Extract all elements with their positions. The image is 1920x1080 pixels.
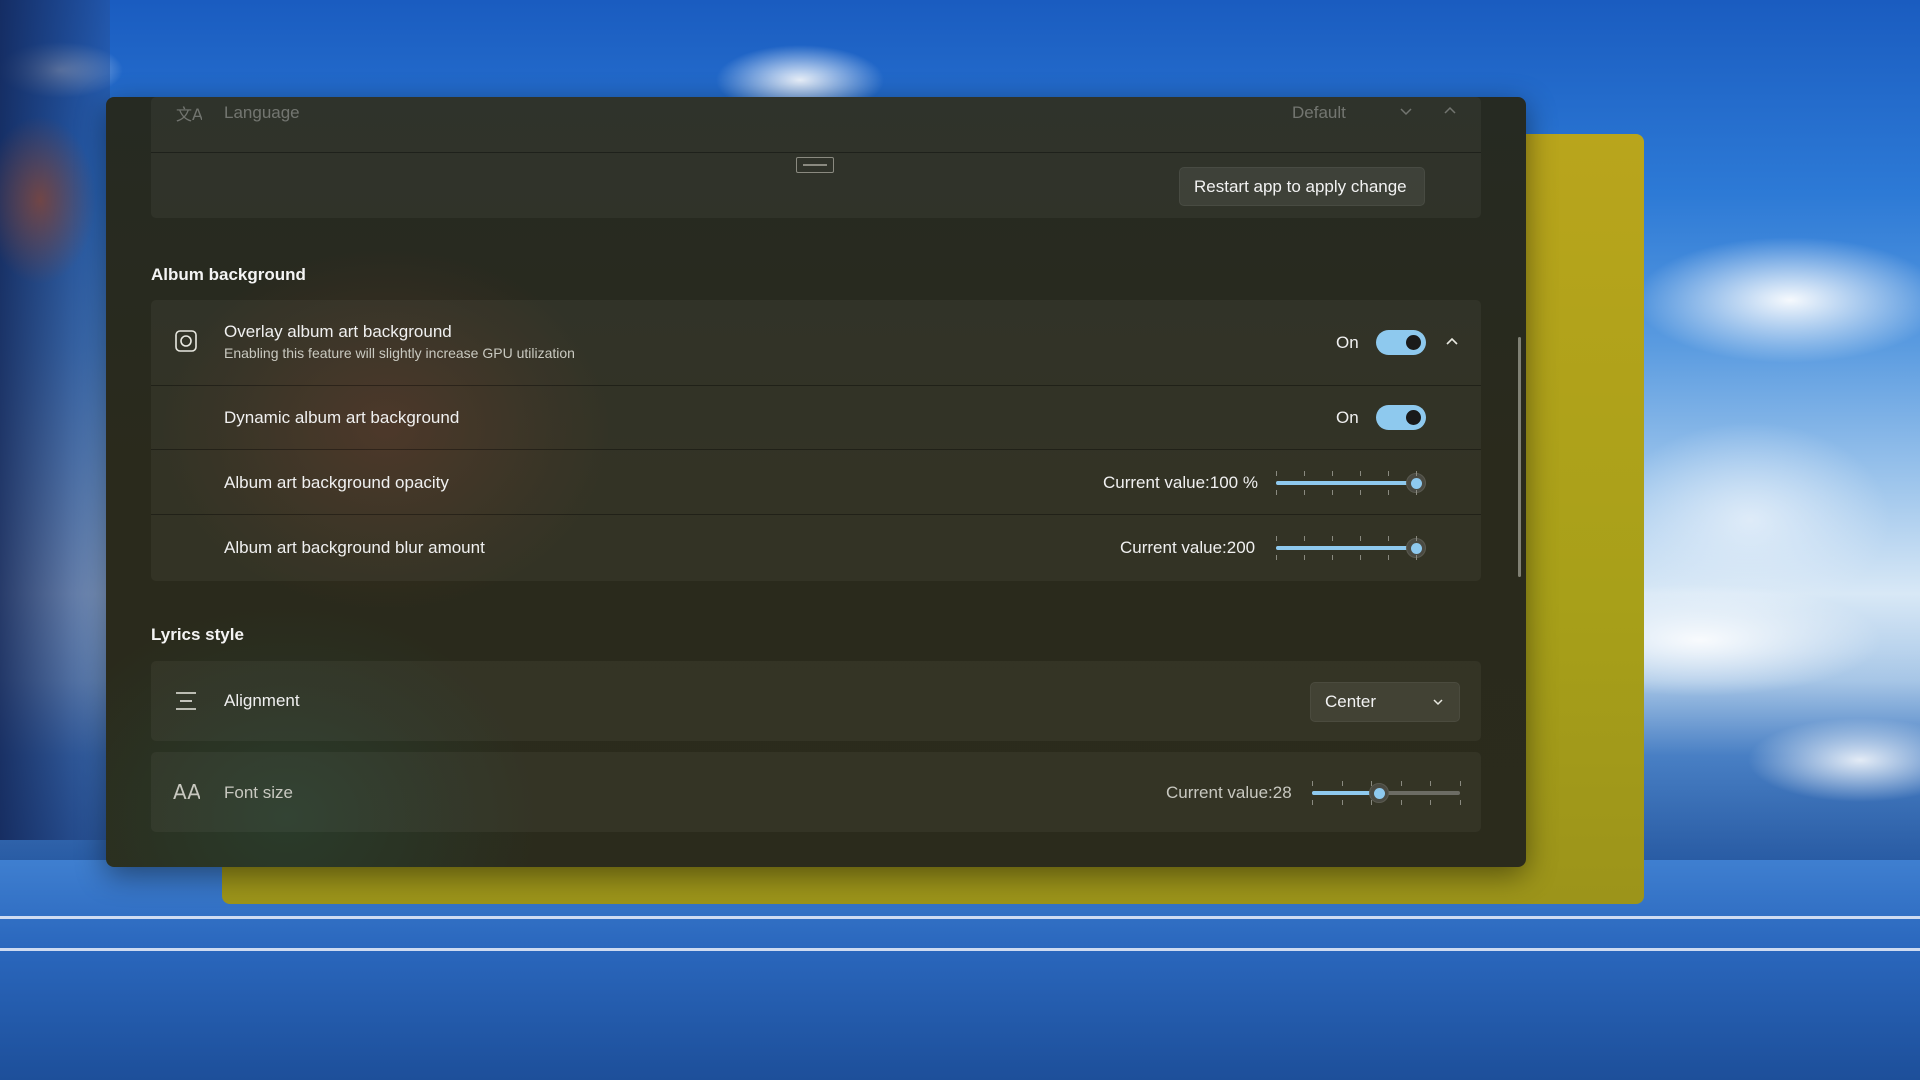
slider-tick xyxy=(1360,555,1361,560)
slider-tick xyxy=(1341,800,1343,805)
slider-tick xyxy=(1276,490,1277,495)
divider xyxy=(151,514,1481,515)
chevron-down-icon xyxy=(1428,692,1456,720)
svg-text:AA: AA xyxy=(173,780,200,804)
drag-handle-icon[interactable] xyxy=(796,157,834,173)
font-size-label: Font size xyxy=(224,783,293,802)
slider-tick xyxy=(1304,471,1305,476)
slider-tick xyxy=(1360,536,1361,541)
slider-tick xyxy=(1304,536,1305,541)
slider-tick xyxy=(1388,490,1389,495)
lyrics-style-title: Lyrics style xyxy=(151,625,244,644)
dynamic-toggle-state: On xyxy=(1336,408,1359,427)
slider-tick xyxy=(1400,800,1402,805)
chevron-down-icon xyxy=(1396,101,1424,129)
chevron-up-icon[interactable] xyxy=(1442,332,1470,360)
overlay-toggle-state: On xyxy=(1336,333,1359,352)
opacity-value: Current value:100 % xyxy=(1103,473,1258,492)
slider-tick xyxy=(1416,536,1417,541)
slider-tick xyxy=(1416,555,1417,560)
slider-tick xyxy=(1332,471,1333,476)
opacity-slider[interactable] xyxy=(1276,481,1416,485)
settings-panel: 文A Language Default Restart app to apply… xyxy=(106,97,1526,867)
overlay-album-art-toggle[interactable] xyxy=(1376,330,1426,355)
wallpaper-tree xyxy=(0,0,110,840)
divider xyxy=(151,385,1481,386)
opacity-slider-fill xyxy=(1276,481,1416,485)
album-background-title: Album background xyxy=(151,265,306,284)
panel-scrollbar[interactable] xyxy=(1518,337,1521,577)
slider-tick xyxy=(1430,800,1432,805)
slider-tick xyxy=(1304,555,1305,560)
language-label: Language xyxy=(224,103,300,122)
alignment-label: Alignment xyxy=(224,691,300,710)
opacity-label: Album art background opacity xyxy=(224,473,449,492)
alignment-card xyxy=(151,661,1481,741)
divider xyxy=(151,152,1481,153)
slider-tick xyxy=(1388,471,1389,476)
slider-tick xyxy=(1304,490,1305,495)
slider-tick xyxy=(1388,536,1389,541)
slider-tick xyxy=(1360,471,1361,476)
slider-tick xyxy=(1276,471,1277,476)
slider-tick xyxy=(1332,490,1333,495)
wallpaper-rail xyxy=(0,916,1920,919)
album-art-icon xyxy=(172,327,200,355)
font-size-icon: AA xyxy=(172,777,201,805)
wallpaper-rail xyxy=(0,948,1920,951)
slider-tick xyxy=(1460,781,1461,786)
slider-tick xyxy=(1360,490,1361,495)
blur-slider[interactable] xyxy=(1276,546,1416,550)
slider-tick xyxy=(1371,800,1373,805)
dynamic-album-art-label: Dynamic album art background xyxy=(224,408,460,427)
blur-slider-fill xyxy=(1276,546,1416,550)
font-size-value: Current value:28 xyxy=(1166,783,1292,802)
restart-app-button[interactable]: Restart app to apply change xyxy=(1179,167,1425,206)
slider-tick xyxy=(1416,490,1417,495)
alignment-selected: Center xyxy=(1325,692,1377,711)
language-icon: 文A xyxy=(174,100,203,128)
svg-text:文A: 文A xyxy=(176,105,202,124)
slider-tick xyxy=(1341,781,1343,786)
slider-tick xyxy=(1430,781,1432,786)
chevron-up-icon[interactable] xyxy=(1440,101,1468,129)
blur-value: Current value:200 xyxy=(1120,538,1256,557)
dynamic-album-art-toggle[interactable] xyxy=(1376,405,1426,430)
slider-tick xyxy=(1388,555,1389,560)
slider-tick xyxy=(1400,781,1402,786)
align-center-icon xyxy=(172,687,200,715)
slider-tick xyxy=(1416,471,1417,476)
slider-tick xyxy=(1276,555,1277,560)
slider-tick xyxy=(1460,800,1461,805)
slider-tick xyxy=(1332,555,1333,560)
slider-tick xyxy=(1312,781,1313,786)
slider-tick xyxy=(1371,781,1373,786)
slider-tick xyxy=(1312,800,1313,805)
language-dropdown[interactable]: Default xyxy=(1292,103,1346,123)
blur-label: Album art background blur amount xyxy=(224,538,485,557)
slider-tick xyxy=(1332,536,1333,541)
slider-tick xyxy=(1276,536,1277,541)
divider xyxy=(151,449,1481,450)
overlay-album-art-description: Enabling this feature will slightly incr… xyxy=(224,345,575,361)
overlay-album-art-label: Overlay album art background xyxy=(224,322,452,341)
